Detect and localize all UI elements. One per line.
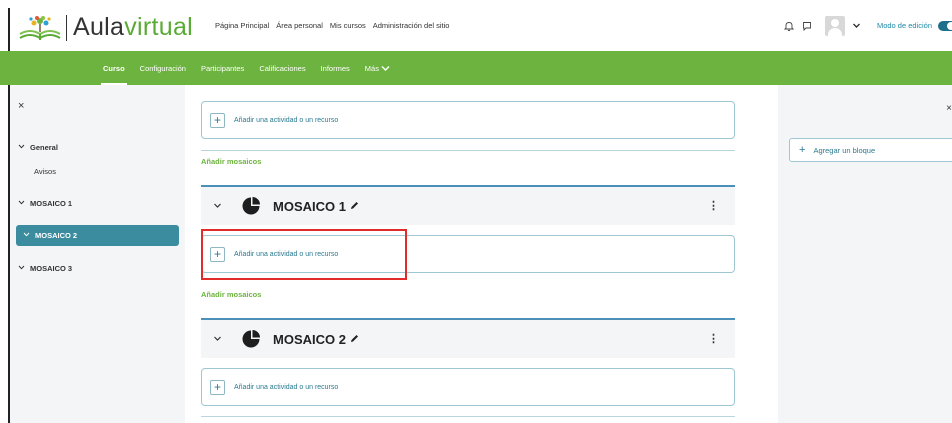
add-activity-button[interactable]: + Añadir una actividad o un recurso [201, 101, 735, 139]
primary-nav: Página Principal Área personal Mis curso… [215, 0, 449, 51]
plus-icon: + [799, 144, 806, 156]
pencil-icon[interactable] [350, 201, 359, 212]
nav-home[interactable]: Página Principal [215, 21, 269, 30]
close-drawer-icon[interactable]: × [18, 100, 24, 112]
plus-icon: + [210, 379, 225, 395]
more-vertical-icon[interactable]: ⋮ [708, 332, 719, 345]
tab-course[interactable]: Curso [101, 64, 127, 85]
chevron-down-icon[interactable] [851, 20, 863, 32]
course-index-drawer: × General Avisos MOSAICO 1 MOSAICO 2 MOS… [10, 85, 185, 423]
add-activity-label: Añadir una actividad o un recurso [234, 116, 339, 124]
course-secondary-nav: Curso Configuración Participantes Califi… [0, 51, 952, 85]
open-book-tree-icon [19, 15, 61, 40]
add-activity-label: Añadir una actividad o un recurso [234, 383, 339, 391]
bell-icon[interactable] [783, 20, 795, 32]
top-navbar: Aulavirtual Página Principal Área person… [0, 0, 952, 51]
divider [201, 150, 735, 151]
brand-name: Aulavirtual [73, 13, 193, 42]
pie-chart-icon [242, 330, 260, 348]
highlight-annotation [201, 229, 407, 280]
pie-chart-icon [242, 197, 260, 215]
divider [201, 416, 735, 417]
add-block-label: Agregar un bloque [813, 145, 876, 155]
tab-participants[interactable]: Participantes [201, 64, 244, 73]
user-controls: Modo de edición [783, 0, 952, 51]
block-drawer: × + Agregar un bloque [778, 85, 952, 423]
page: Aulavirtual Página Principal Área person… [0, 0, 952, 423]
chevron-down-icon [381, 65, 390, 71]
nav-site-admin[interactable]: Administración del sitio [373, 21, 450, 30]
section-label: MOSAICO 2 [35, 231, 78, 240]
course-index-section-general[interactable]: General [18, 140, 58, 154]
section-header-mosaico-2: MOSAICO 2 ⋮ [201, 318, 735, 358]
course-index-section-mosaico-2[interactable]: MOSAICO 2 [16, 225, 179, 246]
section-title: MOSAICO 2 [273, 331, 346, 347]
section-label: MOSAICO 1 [30, 198, 73, 208]
chat-icon[interactable] [801, 20, 813, 32]
nav-my-courses[interactable]: Mis cursos [330, 21, 366, 30]
chevron-down-icon [18, 264, 26, 273]
chevron-down-icon[interactable] [213, 201, 225, 212]
site-logo[interactable]: Aulavirtual [18, 13, 193, 42]
chevron-down-icon[interactable] [213, 334, 225, 345]
add-activity-button[interactable]: + Añadir una actividad o un recurso [201, 368, 735, 406]
edit-mode-toggle[interactable] [938, 20, 952, 31]
nav-dashboard[interactable]: Área personal [276, 21, 323, 30]
edit-mode-label: Modo de edición [876, 21, 932, 30]
tab-grades[interactable]: Calificaciones [259, 64, 305, 73]
section-label: General [30, 142, 58, 152]
tab-more-label: Más [364, 63, 379, 73]
add-mosaics-link[interactable]: Añadir mosaicos [201, 290, 261, 299]
chevron-down-icon [18, 143, 26, 152]
course-index-section-mosaico-3[interactable]: MOSAICO 3 [18, 261, 72, 275]
tab-reports[interactable]: Informes [321, 64, 350, 73]
tab-more[interactable]: Más [365, 64, 390, 73]
plus-icon: + [210, 112, 225, 128]
pencil-icon[interactable] [350, 334, 359, 345]
add-block-button[interactable]: + Agregar un bloque [789, 138, 952, 162]
chevron-down-icon [23, 231, 31, 240]
section-title: MOSAICO 1 [273, 198, 346, 214]
tab-settings[interactable]: Configuración [140, 64, 186, 73]
brand-prefix: Aula [73, 13, 125, 41]
avatar[interactable] [824, 15, 845, 36]
item-label: Avisos [34, 166, 56, 176]
more-vertical-icon[interactable]: ⋮ [708, 199, 719, 212]
brand-suffix: virtual [124, 13, 194, 41]
course-content: + Añadir una actividad o un recurso Añad… [185, 85, 768, 423]
course-index-item-avisos[interactable]: Avisos [34, 164, 56, 178]
add-mosaics-link[interactable]: Añadir mosaicos [201, 157, 261, 166]
logo-divider [66, 14, 67, 41]
close-drawer-icon[interactable]: × [946, 103, 952, 114]
chevron-down-icon [18, 199, 26, 208]
section-header-mosaico-1: MOSAICO 1 ⋮ [201, 185, 735, 225]
course-index-section-mosaico-1[interactable]: MOSAICO 1 [18, 196, 72, 210]
section-label: MOSAICO 3 [30, 263, 73, 273]
